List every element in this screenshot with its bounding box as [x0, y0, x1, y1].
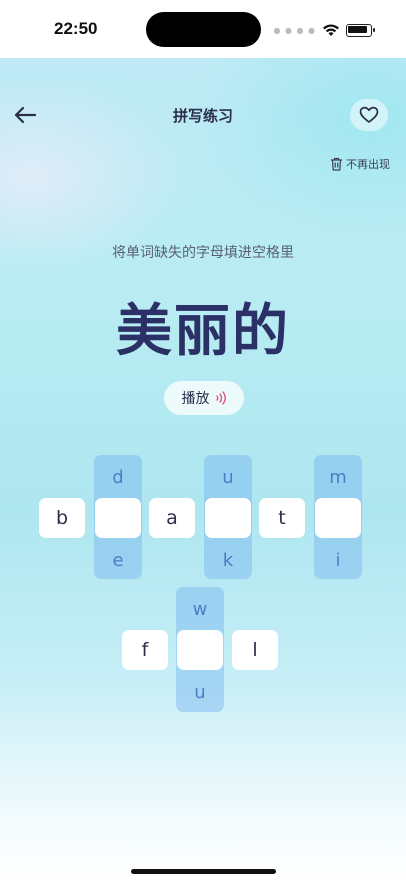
- no-more-button[interactable]: 不再出现: [330, 156, 390, 172]
- letter-tile: t: [259, 498, 305, 538]
- letter-tile: l: [232, 630, 278, 670]
- status-icons: ● ● ● ●: [273, 20, 375, 40]
- letter-tile: b: [39, 498, 85, 538]
- option-letter[interactable]: d: [94, 458, 142, 496]
- blank-slot[interactable]: [177, 630, 223, 670]
- spelling-screen: 拼写练习 不再出现 将单词缺失的字母填进空格里 美丽的 播放 d e u k m…: [0, 58, 406, 883]
- option-letter[interactable]: u: [204, 458, 252, 496]
- heart-icon: [359, 106, 379, 123]
- status-bar: 22:50 ● ● ● ●: [0, 0, 406, 58]
- option-letter[interactable]: m: [314, 458, 362, 496]
- option-letter[interactable]: k: [204, 541, 252, 579]
- option-letter[interactable]: i: [314, 541, 362, 579]
- battery-icon: [346, 23, 375, 37]
- option-letter[interactable]: e: [94, 541, 142, 579]
- instruction-text: 将单词缺失的字母填进空格里: [112, 245, 294, 261]
- sound-wave-icon: [215, 391, 226, 405]
- play-button[interactable]: 播放: [164, 381, 244, 415]
- letter-tile: a: [149, 498, 195, 538]
- signal-icon: ● ● ● ●: [273, 25, 316, 35]
- play-label: 播放: [181, 391, 210, 407]
- status-time: 22:50: [54, 19, 98, 38]
- no-more-label: 不再出现: [346, 158, 390, 171]
- dynamic-island: [146, 12, 261, 47]
- word-meaning: 美丽的: [116, 299, 290, 364]
- favorite-button[interactable]: [350, 99, 388, 131]
- blank-slot[interactable]: [205, 498, 251, 538]
- blank-slot[interactable]: [95, 498, 141, 538]
- option-letter[interactable]: u: [176, 673, 224, 711]
- home-indicator: [131, 869, 276, 874]
- blank-slot[interactable]: [315, 498, 361, 538]
- letter-tile: f: [122, 630, 168, 670]
- trash-icon: [331, 157, 342, 171]
- wifi-icon: [323, 24, 339, 36]
- page-title: 拼写练习: [172, 107, 233, 125]
- option-letter[interactable]: w: [176, 590, 224, 628]
